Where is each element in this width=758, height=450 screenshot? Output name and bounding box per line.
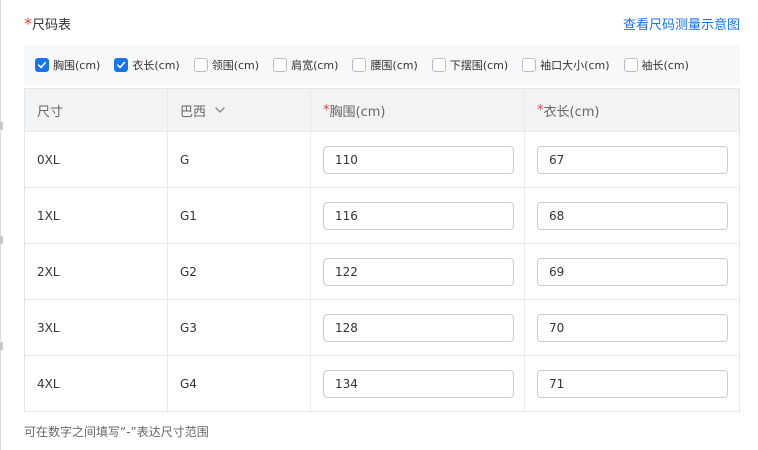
length-label: 衣长(cm) bbox=[543, 104, 600, 120]
size-table: 尺寸 巴西 *胸围(cm) *衣长(cm) 0XL G 1XL G1 2XL G… bbox=[24, 88, 740, 412]
option-label: 腰围(cm) bbox=[370, 59, 418, 72]
length-cell bbox=[525, 244, 739, 299]
option-chest[interactable]: 胸围(cm) bbox=[35, 57, 100, 73]
option-label: 衣长(cm) bbox=[132, 59, 180, 72]
length-cell bbox=[525, 300, 739, 355]
chest-input[interactable] bbox=[323, 313, 514, 342]
chest-input[interactable] bbox=[323, 145, 514, 174]
region-cell: G4 bbox=[168, 356, 311, 412]
option-label: 下摆围(cm) bbox=[449, 59, 509, 72]
size-cell: 3XL bbox=[25, 300, 168, 355]
column-header-chest: * 胸围(cm) bbox=[311, 89, 525, 131]
checkbox-unchecked-icon[interactable] bbox=[352, 58, 367, 72]
left-edge-tick bbox=[0, 236, 3, 244]
table-row: 3XL G3 bbox=[25, 300, 739, 356]
option-shoulder[interactable]: 肩宽(cm) bbox=[273, 57, 338, 73]
table-row: 2XL G2 bbox=[25, 244, 739, 300]
option-cuff[interactable]: 袖口大小(cm) bbox=[522, 57, 610, 73]
chest-cell bbox=[311, 132, 525, 187]
region-cell: G1 bbox=[168, 188, 311, 243]
column-header-size: 尺寸 bbox=[25, 89, 168, 131]
option-label: 袖长(cm) bbox=[641, 59, 689, 72]
chest-input[interactable] bbox=[323, 370, 514, 398]
left-edge-divider bbox=[0, 0, 1, 450]
option-length[interactable]: 衣长(cm) bbox=[114, 57, 180, 73]
chest-input[interactable] bbox=[323, 201, 514, 230]
length-cell bbox=[525, 356, 739, 412]
region-cell: G2 bbox=[168, 244, 311, 299]
range-hint-text: 可在数字之间填写“-”表达尺寸范围 bbox=[24, 425, 209, 439]
left-edge-tick bbox=[0, 342, 3, 350]
checkbox-checked-icon[interactable] bbox=[35, 58, 49, 72]
checkbox-unchecked-icon[interactable] bbox=[623, 58, 638, 72]
region-cell: G3 bbox=[168, 300, 311, 355]
length-cell bbox=[525, 132, 739, 187]
size-cell: 0XL bbox=[25, 132, 168, 187]
option-neck[interactable]: 领围(cm) bbox=[193, 57, 260, 73]
chest-label: 胸围(cm) bbox=[329, 104, 386, 120]
length-input[interactable] bbox=[537, 257, 728, 286]
option-waist[interactable]: 腰围(cm) bbox=[352, 57, 418, 73]
length-input[interactable] bbox=[537, 370, 728, 398]
checkbox-unchecked-icon[interactable] bbox=[431, 58, 446, 72]
option-sleeve[interactable]: 袖长(cm) bbox=[623, 57, 689, 73]
table-row: 1XL G1 bbox=[25, 188, 739, 244]
chest-cell bbox=[311, 188, 525, 243]
left-edge-tick bbox=[0, 122, 3, 130]
checkbox-unchecked-icon[interactable] bbox=[193, 58, 208, 72]
chest-cell bbox=[311, 300, 525, 355]
option-label: 胸围(cm) bbox=[53, 59, 101, 72]
size-cell: 1XL bbox=[25, 188, 168, 243]
length-input[interactable] bbox=[537, 201, 728, 230]
table-row: 0XL G bbox=[25, 132, 739, 188]
size-chart-title: 尺码表 bbox=[32, 17, 72, 33]
checkbox-unchecked-icon[interactable] bbox=[522, 58, 537, 72]
column-header-region[interactable]: 巴西 bbox=[168, 89, 311, 131]
chest-cell bbox=[311, 356, 525, 412]
size-cell: 4XL bbox=[25, 356, 168, 412]
size-cell: 2XL bbox=[25, 244, 168, 299]
checkbox-checked-icon[interactable] bbox=[114, 58, 129, 72]
option-label: 袖口大小(cm) bbox=[540, 59, 610, 72]
measurement-guide-link[interactable]: 查看尺码测量示意图 bbox=[623, 14, 740, 33]
chevron-down-icon[interactable] bbox=[214, 104, 226, 116]
size-chart-title-group: *尺码表 bbox=[24, 14, 71, 33]
table-row: 4XL G4 bbox=[25, 356, 739, 412]
measurement-options-bar: 胸围(cm) 衣长(cm) 领围(cm) 肩宽(cm) 腰围(cm) 下摆围(c… bbox=[24, 45, 740, 85]
region-cell: G bbox=[168, 132, 311, 187]
required-mark: * bbox=[24, 13, 32, 33]
region-label: 巴西 bbox=[180, 104, 207, 120]
option-label: 领围(cm) bbox=[211, 59, 260, 72]
size-chart-header: *尺码表 查看尺码测量示意图 bbox=[24, 13, 740, 33]
length-cell bbox=[525, 188, 739, 243]
length-input[interactable] bbox=[537, 145, 728, 174]
table-header-row: 尺寸 巴西 * 胸围(cm) * 衣长(cm) bbox=[25, 89, 739, 132]
option-label: 肩宽(cm) bbox=[291, 59, 339, 72]
column-header-length: * 衣长(cm) bbox=[525, 89, 739, 131]
chest-input[interactable] bbox=[323, 257, 514, 286]
option-hem[interactable]: 下摆围(cm) bbox=[431, 57, 509, 73]
checkbox-unchecked-icon[interactable] bbox=[273, 58, 288, 72]
chest-cell bbox=[311, 244, 525, 299]
length-input[interactable] bbox=[537, 313, 728, 342]
